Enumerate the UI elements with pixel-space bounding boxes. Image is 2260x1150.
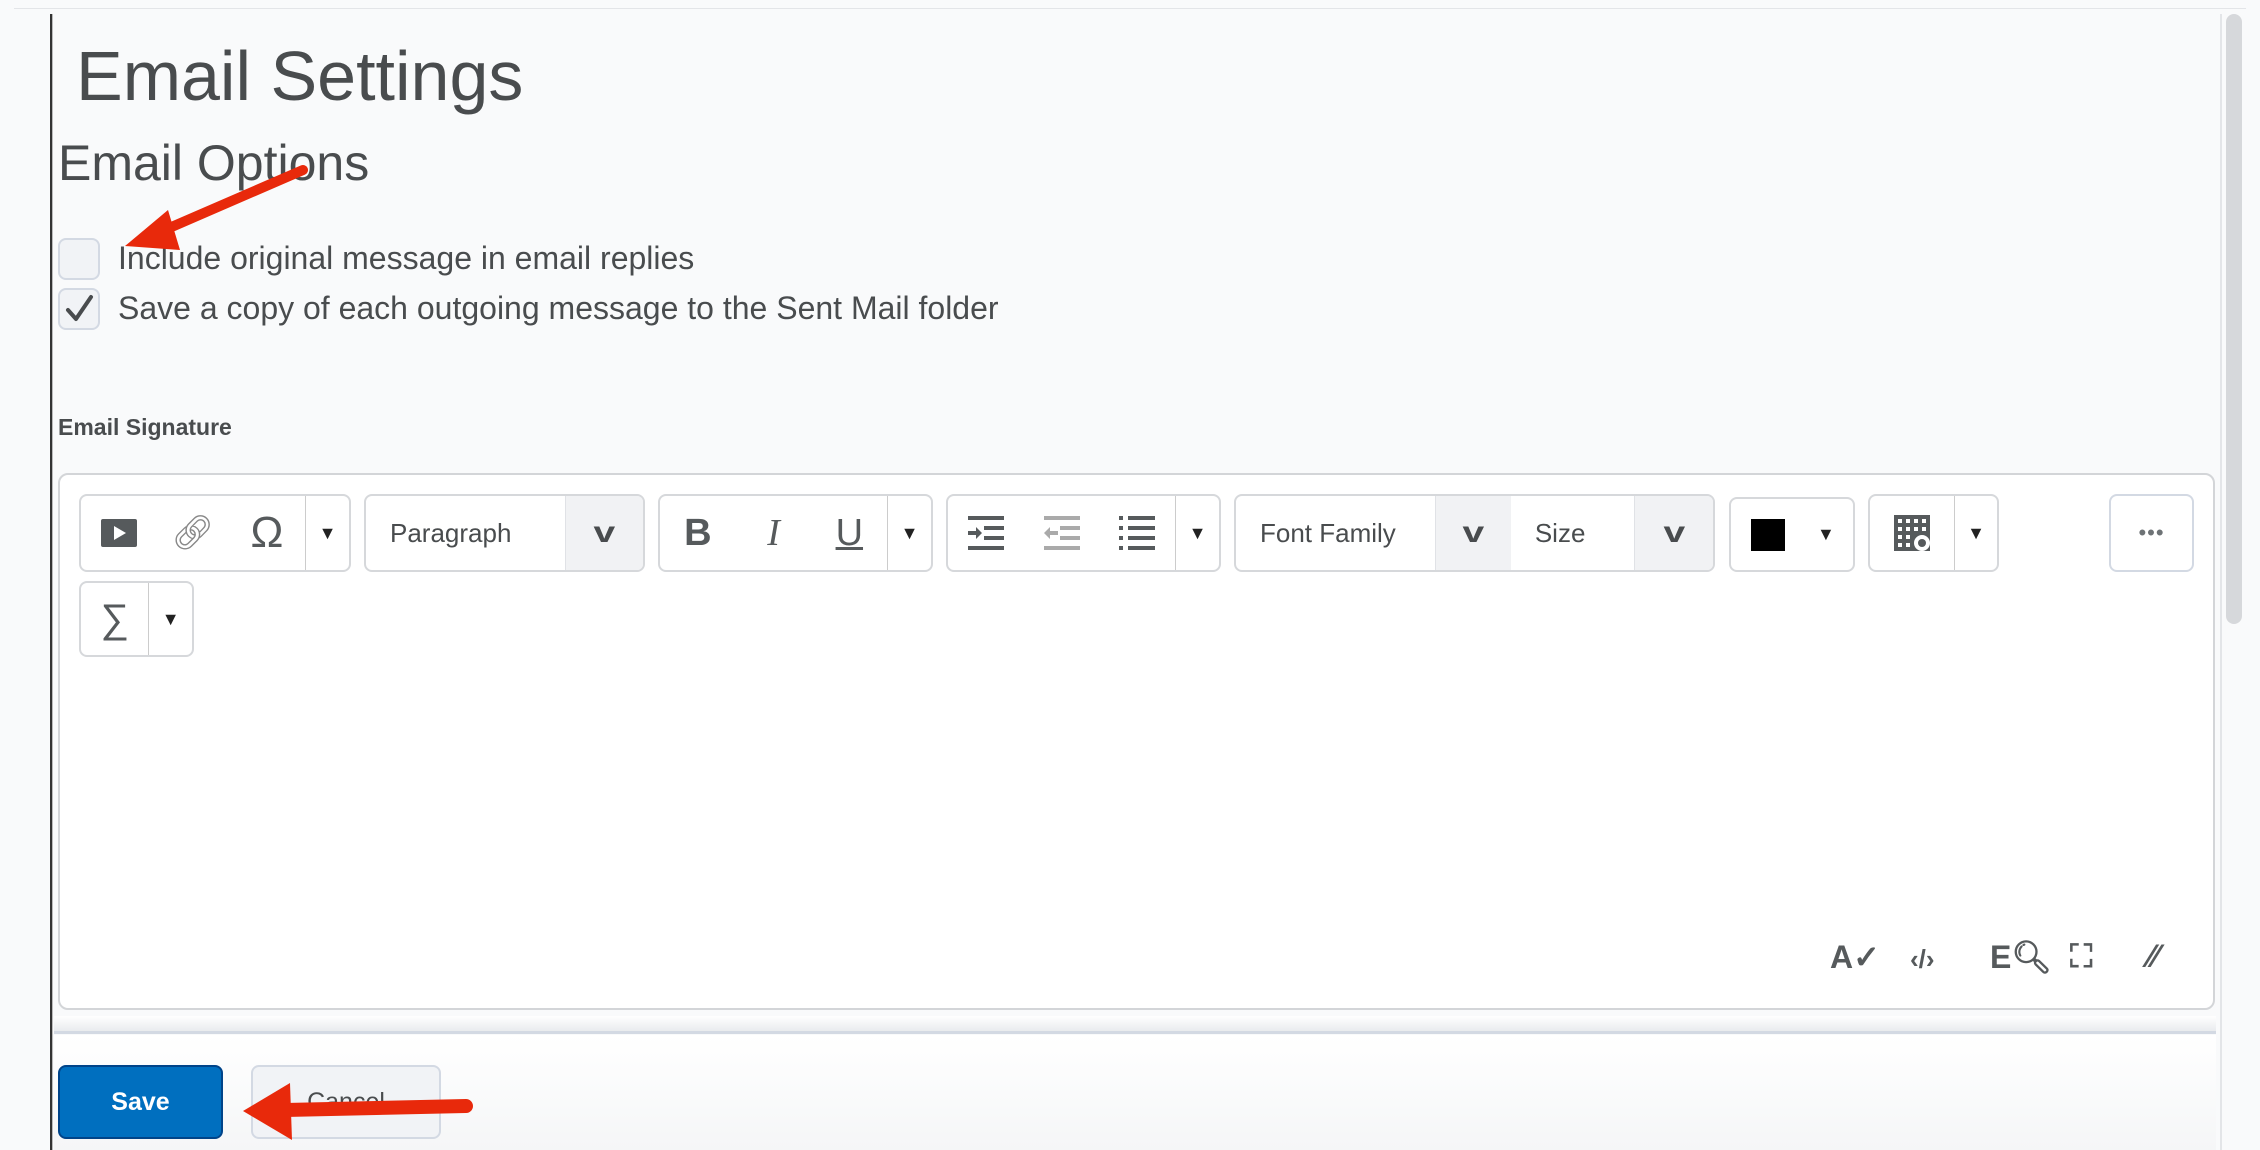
bullet-list-icon (1119, 516, 1156, 550)
checkmark-icon (66, 295, 93, 321)
indent-button[interactable] (948, 496, 1024, 570)
block-format-value: Paragraph (390, 517, 512, 548)
spellcheck-icon[interactable]: A✓ (1830, 938, 1880, 976)
special-char-button[interactable]: Ω (229, 496, 305, 570)
list-dropdown[interactable]: ▼ (1175, 496, 1219, 570)
include-original-checkbox[interactable] (58, 238, 100, 280)
resize-handle-icon[interactable]: ⁄⁄ (2148, 938, 2159, 975)
equation-group: ∑ ▼ (79, 581, 194, 657)
indent-icon (967, 516, 1004, 550)
italic-button[interactable]: I (736, 496, 812, 570)
table-settings-icon (1894, 515, 1930, 551)
outdent-icon (1043, 516, 1080, 550)
equation-dropdown[interactable]: ▼ (148, 583, 192, 655)
play-media-icon (101, 519, 137, 547)
equation-button[interactable]: ∑ (81, 583, 148, 655)
list-group: ▼ (946, 494, 1221, 572)
chevron-down-icon: v (564, 496, 643, 570)
format-dropdown[interactable]: ▼ (887, 496, 931, 570)
bold-button[interactable]: B (660, 496, 736, 570)
underline-button[interactable]: U (811, 496, 887, 570)
sigma-icon: ∑ (100, 596, 129, 641)
insert-media-button[interactable] (81, 496, 157, 570)
font-family-select[interactable]: Font Family (1236, 518, 1435, 549)
omega-icon: Ω (250, 508, 284, 557)
more-actions-button[interactable]: ••• (2109, 494, 2194, 572)
table-group: ▼ (1868, 494, 1999, 572)
page-title: Email Settings (76, 37, 524, 115)
email-signature-label: Email Signature (58, 414, 232, 440)
font-size-select[interactable]: Size (1511, 518, 1635, 549)
caret-down-icon: ▼ (1817, 524, 1835, 544)
table-dropdown[interactable]: ▼ (1954, 496, 1997, 570)
insert-group: 🔗︎ Ω ▼ (79, 494, 351, 572)
scrollbar[interactable] (2226, 14, 2242, 624)
left-divider (50, 14, 53, 1150)
font-family-chevron-icon[interactable]: v (1435, 496, 1511, 570)
font-group: Font Family v Size v (1234, 494, 1715, 572)
color-swatch (1751, 518, 1785, 551)
save-copy-checkbox[interactable] (58, 288, 100, 330)
insert-table-button[interactable] (1870, 496, 1954, 570)
include-original-label[interactable]: Include original message in email replie… (118, 240, 694, 277)
fullscreen-icon[interactable]: ⛶ (2070, 938, 2092, 976)
text-color-button[interactable]: ▼ (1729, 497, 1855, 572)
insert-dropdown[interactable]: ▼ (305, 496, 349, 570)
cancel-button[interactable]: Cancel (251, 1065, 441, 1139)
source-code-icon[interactable]: ‹/› (1910, 944, 1935, 975)
footer-divider (54, 1016, 2216, 1034)
bullet-list-button[interactable] (1099, 496, 1175, 570)
preview-icon[interactable]: E🔍︎ (1990, 938, 2052, 976)
section-title: Email Options (58, 135, 370, 191)
block-format-select[interactable]: Paragraph v (364, 494, 645, 572)
signature-editor[interactable]: 🔗︎ Ω ▼ Paragraph v B I U ▼ ▼ Font Family… (58, 473, 2215, 1010)
save-copy-label[interactable]: Save a copy of each outgoing message to … (118, 290, 999, 327)
font-size-chevron-icon[interactable]: v (1634, 496, 1713, 570)
link-icon: 🔗︎ (171, 514, 215, 552)
save-button[interactable]: Save (58, 1065, 223, 1139)
scroll-track (2220, 14, 2222, 1150)
outdent-button[interactable] (1024, 496, 1100, 570)
format-group: B I U ▼ (658, 494, 933, 572)
insert-link-button[interactable]: 🔗︎ (157, 496, 229, 570)
